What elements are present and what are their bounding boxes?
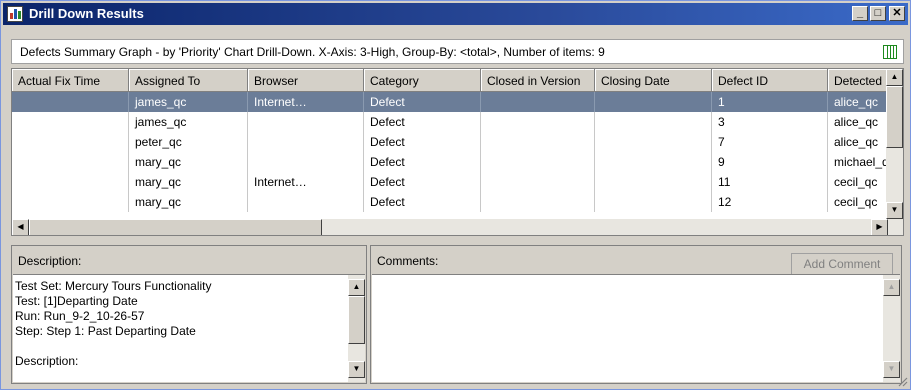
table-row[interactable]: mary_qc Defect 9 michael_q	[12, 152, 889, 172]
table-cell	[248, 152, 364, 172]
table-cell	[248, 132, 364, 152]
table-cell: Internet…	[248, 92, 364, 112]
table-cell	[595, 192, 712, 212]
table-cell: Defect	[364, 112, 481, 132]
table-cell	[12, 172, 129, 192]
table-cell: james_qc	[129, 112, 248, 132]
table-cell	[595, 172, 712, 192]
table-cell	[248, 112, 364, 132]
comments-scrollbar[interactable]: ▲ ▼	[883, 275, 900, 382]
grid-vertical-scrollbar[interactable]: ▲ ▼	[886, 69, 903, 219]
scroll-down-button[interactable]: ▼	[886, 202, 903, 219]
table-cell	[12, 192, 129, 212]
table-cell	[248, 192, 364, 212]
table-cell	[12, 152, 129, 172]
description-pane: Description: ▲ ▼ Test Set: Mercury Tours…	[11, 245, 367, 384]
table-cell	[481, 192, 595, 212]
table-cell: 7	[712, 132, 828, 152]
description-line: Run: Run_9-2_10-26-57	[15, 309, 145, 323]
table-cell	[595, 132, 712, 152]
table-row[interactable]: james_qc Defect 3 alice_qc	[12, 112, 888, 132]
scroll-up-button[interactable]: ▲	[883, 279, 900, 296]
table-cell: peter_qc	[129, 132, 248, 152]
table-row[interactable]: peter_qc Defect 7 alice_qc	[12, 132, 888, 152]
table-cell: mary_qc	[129, 192, 248, 212]
select-columns-icon[interactable]	[883, 45, 897, 59]
table-cell: 1	[712, 92, 828, 112]
description-line: Test Set: Mercury Tours Functionality	[15, 279, 212, 293]
column-header[interactable]: Category	[364, 69, 481, 92]
table-cell	[481, 152, 595, 172]
resize-grip-icon[interactable]	[896, 375, 908, 387]
description-line: Test: [1]Departing Date	[15, 294, 138, 308]
table-cell: 11	[712, 172, 828, 192]
results-grid: Actual Fix Time Assigned To Browser Categor…	[11, 68, 904, 236]
table-cell	[595, 112, 712, 132]
table-cell: 9	[712, 152, 828, 172]
summary-text: Defects Summary Graph - by 'Priority' Ch…	[20, 45, 605, 59]
table-cell	[12, 112, 129, 132]
table-row[interactable]: james_qc Internet… Defect 1 alice_qc	[12, 92, 888, 112]
scroll-thumb[interactable]	[886, 86, 903, 148]
description-line: Step: Step 1: Past Departing Date	[15, 324, 196, 338]
summary-bar: Defects Summary Graph - by 'Priority' Ch…	[11, 39, 904, 64]
scroll-left-button[interactable]: ◀	[12, 219, 29, 235]
table-cell	[12, 132, 129, 152]
column-header[interactable]: Closing Date	[595, 69, 712, 92]
add-comment-button[interactable]: Add Comment	[791, 253, 893, 275]
table-cell: mary_qc	[129, 152, 248, 172]
close-button[interactable]: ✕	[889, 6, 905, 21]
column-header[interactable]: Closed in Version	[481, 69, 595, 92]
comments-pane: Comments: Add Comment ▲ ▼	[370, 245, 902, 384]
table-cell: Defect	[364, 152, 481, 172]
table-cell: 3	[712, 112, 828, 132]
description-text-area[interactable]: ▲ ▼ Test Set: Mercury Tours Functionalit…	[13, 274, 365, 382]
description-scrollbar[interactable]: ▲ ▼	[348, 275, 365, 382]
table-cell: 12	[712, 192, 828, 212]
column-header[interactable]: Assigned To	[129, 69, 248, 92]
table-cell: Internet…	[248, 172, 364, 192]
comments-text-area[interactable]: ▲ ▼	[372, 274, 900, 382]
table-cell	[12, 92, 129, 112]
table-cell: james_qc	[129, 92, 248, 112]
window-title: Drill Down Results	[29, 6, 144, 21]
table-cell: Defect	[364, 172, 481, 192]
table-cell	[595, 152, 712, 172]
scroll-thumb[interactable]	[348, 296, 365, 344]
table-cell	[481, 112, 595, 132]
table-cell	[481, 172, 595, 192]
column-header[interactable]: Browser	[248, 69, 364, 92]
table-row[interactable]: mary_qc Defect 12 cecil_qc	[12, 192, 888, 212]
scroll-down-button[interactable]: ▼	[348, 361, 365, 378]
scroll-right-button[interactable]: ▶	[871, 219, 888, 235]
column-header[interactable]: Defect ID	[712, 69, 828, 92]
title-bar[interactable]: Drill Down Results _ □ ✕	[3, 3, 908, 25]
table-row[interactable]: mary_qc Internet… Defect 11 cecil_qc	[12, 172, 888, 192]
table-cell: Defect	[364, 92, 481, 112]
table-cell: Defect	[364, 192, 481, 212]
grid-horizontal-scrollbar[interactable]: ◀ ▶	[12, 219, 903, 235]
scroll-thumb-horizontal[interactable]	[29, 219, 322, 235]
table-cell	[595, 92, 712, 112]
column-header[interactable]: Actual Fix Time	[12, 69, 129, 92]
description-line: Description:	[15, 354, 79, 368]
grid-header: Actual Fix Time Assigned To Browser Categor…	[12, 69, 903, 92]
table-cell	[481, 132, 595, 152]
scroll-up-button[interactable]: ▲	[886, 69, 903, 86]
table-cell: mary_qc	[129, 172, 248, 192]
chart-icon	[7, 6, 23, 22]
table-cell	[481, 92, 595, 112]
table-cell: Defect	[364, 132, 481, 152]
description-label: Description:	[18, 254, 82, 268]
scroll-up-button[interactable]: ▲	[348, 279, 365, 296]
minimize-button[interactable]: _	[852, 6, 868, 21]
comments-label: Comments:	[377, 254, 439, 268]
drill-down-window: Drill Down Results _ □ ✕ Defects Summary…	[0, 0, 911, 390]
maximize-button[interactable]: □	[870, 6, 886, 21]
